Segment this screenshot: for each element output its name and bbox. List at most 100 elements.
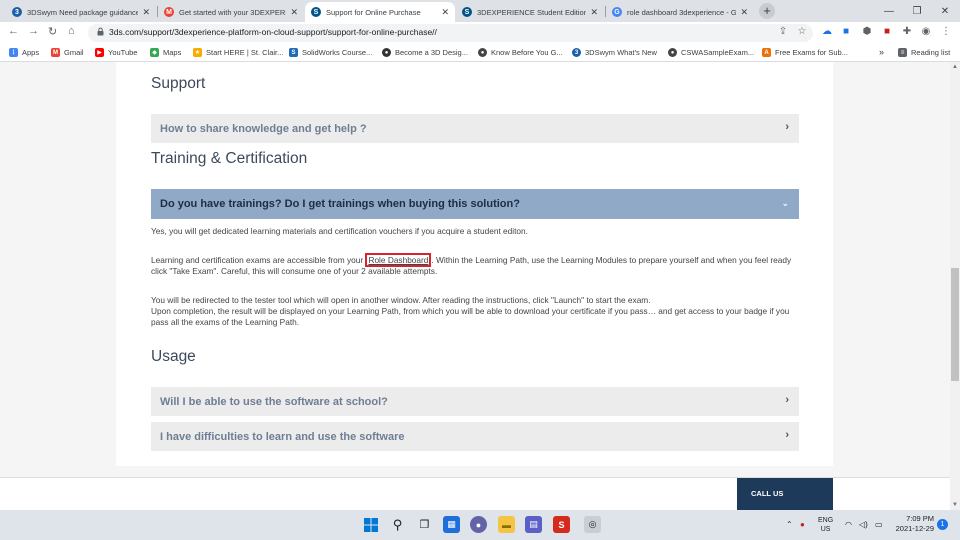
close-window-button[interactable]: ✕	[931, 0, 959, 22]
globe-icon: ●	[668, 48, 677, 57]
browser-tab-1[interactable]: M Get started with your 3DEXPERIE ✕	[158, 2, 304, 22]
minimize-button[interactable]: —	[875, 0, 903, 22]
widgets-icon[interactable]: ▦	[443, 516, 460, 533]
solidworks-icon: S	[289, 48, 298, 57]
volume-icon[interactable]: ◁)	[859, 520, 868, 529]
gmail-icon: M	[51, 48, 60, 57]
lock-icon	[97, 27, 104, 36]
bookmark-gmail[interactable]: M Gmail	[51, 48, 84, 57]
reading-list-button[interactable]: ≡ Reading list	[898, 48, 950, 57]
role-dashboard-link[interactable]: Role Dashboard	[368, 255, 428, 265]
language-code: ENG	[818, 517, 834, 524]
scrollbar-thumb[interactable]	[951, 268, 959, 381]
bookmark-know-before[interactable]: ● Know Before You G...	[478, 48, 563, 57]
3dswym-icon: 3	[572, 48, 581, 57]
browser-tab-3[interactable]: S 3DEXPERIENCE Student Editions ✕	[456, 2, 604, 22]
answer-paragraph-3: You will be redirected to the tester too…	[151, 295, 801, 329]
bookmark-cswa-sample[interactable]: ● CSWASampleExam...	[668, 48, 754, 57]
clock-date: 2021-12-29	[895, 524, 934, 533]
puzzle-extensions-icon[interactable]: ✚	[901, 26, 913, 38]
faq-item-use-at-school[interactable]: Will I be able to use the software at sc…	[151, 387, 799, 416]
faq-item-trainings-expanded[interactable]: Do you have trainings? Do I get training…	[151, 189, 799, 219]
free-exams-icon: A	[762, 48, 771, 57]
clock-time: 7:09 PM	[906, 514, 934, 523]
forward-arrow-icon[interactable]: →	[28, 25, 39, 37]
reload-icon[interactable]: ↻	[48, 25, 57, 38]
bookmark-label: SolidWorks Course...	[302, 48, 373, 57]
share-icon[interactable]: ⇪	[777, 26, 789, 38]
tray-app-icon[interactable]: ●	[800, 520, 805, 529]
browser-tab-2-active[interactable]: S Support for Online Purchase ✕	[305, 2, 455, 22]
tray-overflow-chevron-icon[interactable]: ⌃	[786, 520, 793, 529]
globe-icon: ●	[382, 48, 391, 57]
system-clock[interactable]: 7:09 PM 2021-12-29	[892, 514, 934, 534]
bookmark-become-3d-designer[interactable]: ● Become a 3D Desig...	[382, 48, 468, 57]
teams-chat-icon[interactable]: ●	[470, 516, 487, 533]
answer-paragraph-1: Yes, you will get dedicated learning mat…	[151, 226, 528, 236]
bookmark-label: 3DSwym What's New	[585, 48, 657, 57]
browser-tab-0[interactable]: 3 3DSwym Need package guidance ✕	[6, 2, 156, 22]
scroll-down-arrow-icon[interactable]: ▼	[951, 502, 959, 508]
back-arrow-icon[interactable]: ←	[8, 25, 19, 37]
restore-button[interactable]: ❐	[903, 0, 931, 22]
close-tab-icon[interactable]: ✕	[441, 7, 449, 18]
bookmark-start-here[interactable]: ★ Start HERE | St. Clair...	[193, 48, 283, 57]
tab-strip: 3 3DSwym Need package guidance ✕ M Get s…	[0, 0, 960, 22]
bookmark-label: CSWASampleExam...	[681, 48, 755, 57]
bookmarks-overflow-button[interactable]: »	[879, 47, 884, 57]
google-icon: G	[612, 7, 622, 17]
bookmark-label: Maps	[163, 48, 182, 57]
answer-text: You will be redirected to the tester too…	[151, 295, 651, 305]
region-code: US	[820, 526, 831, 533]
tab-title: 3DEXPERIENCE Student Editions	[477, 7, 587, 17]
task-view-icon[interactable]: ❐	[416, 516, 433, 533]
faq-item-share-knowledge[interactable]: How to share knowledge and get help ? ›	[151, 114, 799, 143]
file-explorer-icon[interactable]: ▬	[498, 516, 515, 533]
extension-icon[interactable]: ■	[881, 26, 893, 38]
call-us-button[interactable]: CALL US	[737, 478, 833, 510]
star-icon: ★	[193, 48, 202, 57]
solidworks-app-icon[interactable]: S	[553, 516, 570, 533]
tab-title: 3DSwym Need package guidance	[27, 7, 139, 17]
bookmark-label: Apps	[22, 48, 40, 57]
close-tab-icon[interactable]: ✕	[142, 7, 150, 18]
close-tab-icon[interactable]: ✕	[590, 7, 598, 18]
globe-icon: ●	[478, 48, 487, 57]
wifi-icon[interactable]: ◠	[845, 520, 852, 529]
close-tab-icon[interactable]: ✕	[740, 7, 748, 18]
bookmark-3dswym-whats-new[interactable]: 3 3DSwym What's New	[572, 48, 657, 57]
windows-start-icon[interactable]	[362, 516, 379, 533]
search-icon[interactable]: ⚲	[389, 516, 406, 533]
faq-item-difficulties[interactable]: I have difficulties to learn and use the…	[151, 422, 799, 451]
profile-avatar-icon[interactable]: ◉	[920, 26, 932, 38]
ds-logo-icon: S	[311, 7, 321, 17]
bookmark-free-exams[interactable]: A Free Exams for Sub...	[762, 48, 848, 57]
bookmark-youtube[interactable]: ▶ YouTube	[95, 48, 137, 57]
menu-kebab-icon[interactable]: ⋮	[940, 26, 952, 38]
bookmark-label: Become a 3D Desig...	[395, 48, 468, 57]
extension-icon[interactable]: ☁	[821, 26, 833, 38]
browser-tab-4[interactable]: G role dashboard 3dexperience - G ✕	[606, 2, 754, 22]
close-tab-icon[interactable]: ✕	[290, 7, 298, 18]
tab-favicon-icon: 3	[12, 7, 22, 17]
url-text[interactable]: 3ds.com/support/3dexperience-platform-on…	[109, 27, 437, 37]
microsoft-store-icon[interactable]: ▤	[525, 516, 542, 533]
chrome-app-icon[interactable]: ◎	[584, 516, 601, 533]
battery-icon[interactable]: ▭	[875, 520, 883, 529]
scroll-up-arrow-icon[interactable]: ▲	[951, 64, 959, 70]
bookmark-apps[interactable]: ⋮ Apps	[9, 48, 39, 57]
faq-item-label: Do you have trainings? Do I get training…	[160, 198, 520, 210]
language-indicator[interactable]: ENG US	[818, 516, 833, 534]
new-tab-button[interactable]: +	[759, 3, 775, 19]
bookmark-label: Gmail	[64, 48, 84, 57]
extension-icon[interactable]: ■	[840, 26, 852, 38]
bookmark-maps[interactable]: ◆ Maps	[150, 48, 181, 57]
chevron-right-icon: ›	[785, 429, 789, 441]
bookmark-solidworks-course[interactable]: S SolidWorks Course...	[289, 48, 372, 57]
tab-title: Support for Online Purchase	[326, 7, 421, 17]
home-icon[interactable]: ⌂	[68, 25, 75, 37]
tab-title: Get started with your 3DEXPERIE	[179, 7, 287, 17]
notification-badge[interactable]: 1	[937, 519, 948, 530]
bookmark-star-icon[interactable]: ☆	[796, 26, 808, 38]
extension-icon[interactable]: ⬢	[861, 26, 873, 38]
